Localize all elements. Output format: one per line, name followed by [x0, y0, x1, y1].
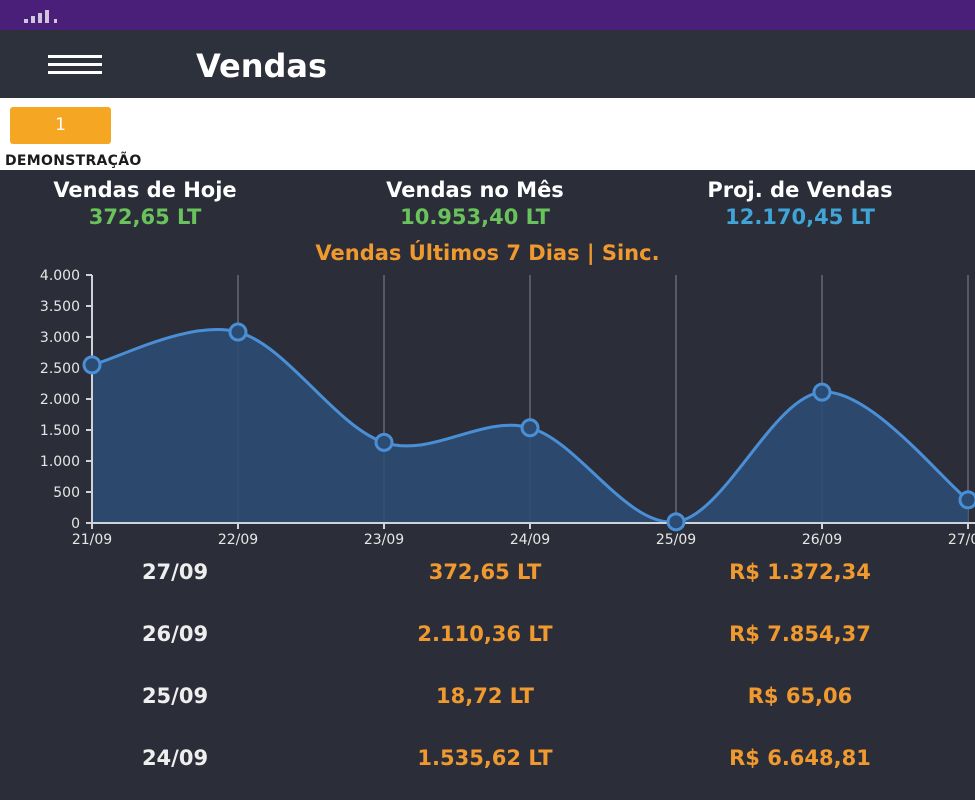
- app-bar: [0, 30, 975, 98]
- chart-title: Vendas Últimos 7 Dias | Sinc.: [315, 241, 660, 265]
- row-value: R$ 6.648,81: [729, 746, 871, 770]
- sales-area-chart: 0 500 1.000 1.500 2.000 2.500 3.000 3.500 4.000 2…: [40, 268, 975, 548]
- stat-label: Vendas no Mês: [386, 178, 564, 202]
- row-date: 26/09: [141, 622, 209, 646]
- demo-label: DEMONSTRAÇÃO: [5, 153, 142, 169]
- y-tick-label: 3.000: [40, 330, 80, 346]
- table-row[interactable]: 24/09 1.535,62 LT R$ 6.648,81: [0, 738, 975, 778]
- signal-icon: [24, 10, 57, 23]
- x-tick-label: 24/09: [510, 532, 550, 548]
- x-tick-label: 23/09: [364, 532, 404, 548]
- stat-label: Proj. de Vendas: [707, 178, 893, 202]
- table-row[interactable]: 27/09 372,65 LT R$ 1.372,34: [0, 552, 975, 592]
- tab-1[interactable]: 1: [10, 107, 111, 144]
- y-tick-label: 4.000: [40, 268, 80, 284]
- data-point: [958, 490, 975, 510]
- data-point: [812, 382, 832, 402]
- table-row[interactable]: 25/09 18,72 LT R$ 65,06: [0, 676, 975, 716]
- y-tick-label: 500: [53, 485, 80, 501]
- row-quantity: 2.110,36 LT: [417, 622, 553, 646]
- y-tick-label: 1.000: [40, 454, 80, 470]
- stat-projecao-vendas: Proj. de Vendas 12.170,45 LT: [655, 176, 945, 230]
- row-date: 25/09: [141, 684, 209, 708]
- row-quantity: 372,65 LT: [428, 560, 542, 584]
- stat-vendas-mes: Vendas no Mês 10.953,40 LT: [330, 176, 620, 230]
- row-value: R$ 7.854,37: [729, 622, 871, 646]
- y-tick-label: 2.000: [40, 392, 80, 408]
- stat-vendas-hoje: Vendas de Hoje 372,65 LT: [10, 176, 280, 230]
- table-row[interactable]: 26/09 2.110,36 LT R$ 7.854,37: [0, 614, 975, 654]
- y-tick-label: 3.500: [40, 299, 80, 315]
- stat-value: 12.170,45 LT: [725, 205, 875, 229]
- status-bar: [0, 0, 975, 30]
- data-point: [374, 432, 394, 452]
- row-date: 27/09: [141, 560, 209, 584]
- data-point: [228, 322, 248, 342]
- page-title: Vendas: [196, 47, 328, 85]
- hamburger-menu-icon[interactable]: [48, 54, 102, 76]
- data-point: [82, 355, 102, 375]
- demo-banner: [0, 152, 975, 172]
- x-tick-label: 22/09: [218, 532, 258, 548]
- row-value: R$ 65,06: [747, 684, 853, 708]
- row-quantity: 18,72 LT: [436, 684, 534, 708]
- x-tick-label: 25/09: [656, 532, 696, 548]
- x-tick-label: 26/09: [802, 532, 842, 548]
- x-tick-label: 21/09: [72, 532, 112, 548]
- stat-value: 10.953,40 LT: [400, 205, 550, 229]
- row-quantity: 1.535,62 LT: [417, 746, 553, 770]
- row-date: 24/09: [141, 746, 209, 770]
- data-point: [666, 512, 686, 532]
- y-tick-label: 2.500: [40, 361, 80, 377]
- tab-strip: [0, 98, 975, 152]
- stat-label: Vendas de Hoje: [53, 178, 237, 202]
- row-value: R$ 1.372,34: [729, 560, 871, 584]
- y-tick-label: 1.500: [40, 423, 80, 439]
- y-tick-label: 0: [71, 516, 80, 532]
- data-point: [520, 418, 540, 438]
- x-tick-label: 27/09: [948, 532, 975, 548]
- stat-value: 372,65 LT: [88, 205, 202, 229]
